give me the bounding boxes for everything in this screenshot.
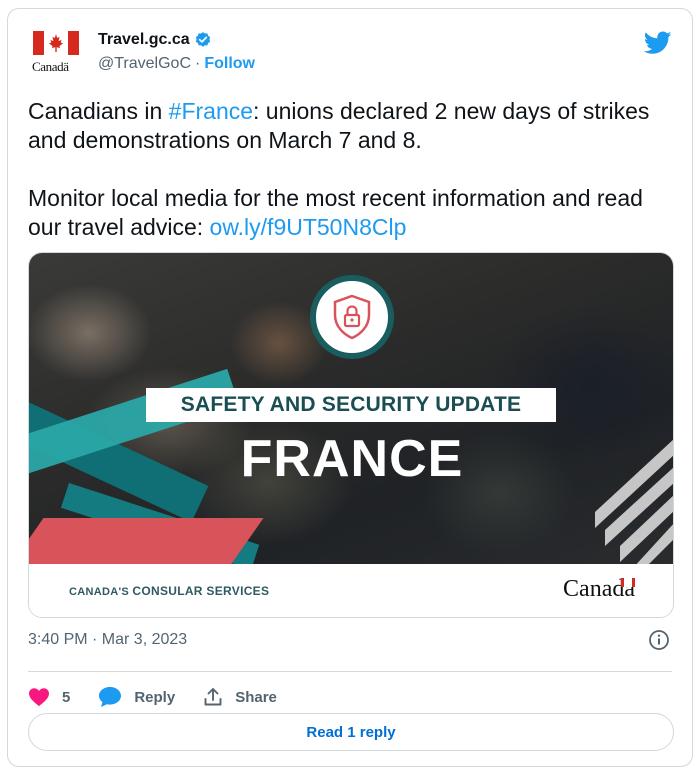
tweet-text: Canadians in #France: unions declared 2 … <box>28 97 678 242</box>
travel-advice-link[interactable]: ow.ly/f9UT50N8Clp <box>210 214 407 240</box>
info-icon[interactable] <box>648 629 670 651</box>
heart-icon <box>29 688 49 707</box>
display-name[interactable]: Travel.gc.ca <box>98 31 190 49</box>
tweet-card: Canadä Travel.gc.ca @TravelGoC · Follow … <box>7 8 693 767</box>
media-image[interactable]: SAFETY AND SECURITY UPDATE FRANCE <box>29 253 673 564</box>
read-reply-button[interactable]: Read 1 reply <box>28 713 674 751</box>
name-row: Travel.gc.ca <box>98 31 212 49</box>
media-footer: CANADA'S CONSULAR SERVICES Canadä <box>29 564 673 617</box>
consular-prefix: CANADA'S <box>69 586 133 598</box>
like-button[interactable]: 5 <box>28 687 70 707</box>
text-segment: Canadians in <box>28 98 169 124</box>
avatar[interactable]: Canadä <box>32 29 82 75</box>
reply-bubble-icon <box>99 687 122 707</box>
handle[interactable]: @TravelGoC <box>98 55 191 73</box>
consular-services-label: CANADA'S CONSULAR SERVICES <box>69 584 269 598</box>
reply-label: Reply <box>134 688 176 706</box>
share-label: Share <box>235 688 277 706</box>
like-count: 5 <box>62 688 71 706</box>
reply-button[interactable]: Reply <box>98 686 175 708</box>
media-card[interactable]: SAFETY AND SECURITY UPDATE FRANCE CANADA… <box>28 252 674 618</box>
tweet-paragraph-2: Monitor local media for the most recent … <box>28 184 678 242</box>
follow-button[interactable]: Follow <box>204 55 255 73</box>
share-button[interactable]: Share <box>203 687 277 707</box>
country-title: FRANCE <box>240 430 464 488</box>
verified-badge-icon <box>195 32 210 47</box>
tweet-header: Canadä Travel.gc.ca @TravelGoC · Follow <box>28 25 672 85</box>
timestamp[interactable]: 3:40 PM · Mar 3, 2023 <box>28 631 187 649</box>
avatar-wordmark: Canadä <box>32 59 69 74</box>
twitter-bird-icon[interactable] <box>644 31 672 55</box>
safety-banner: SAFETY AND SECURITY UPDATE <box>146 388 556 422</box>
share-icon <box>204 688 222 706</box>
divider <box>28 671 672 672</box>
safety-banner-text: SAFETY AND SECURITY UPDATE <box>180 393 522 416</box>
canada-flag-icon <box>33 31 79 55</box>
consular-main: CONSULAR SERVICES <box>132 584 270 598</box>
action-bar: 5 Reply Share <box>28 677 305 717</box>
hashtag-link[interactable]: #France <box>169 98 253 124</box>
tweet-paragraph-1: Canadians in #France: unions declared 2 … <box>28 97 678 155</box>
shield-lock-icon <box>310 275 394 359</box>
separator-dot: · <box>195 55 201 72</box>
canada-flag-icon <box>621 578 635 587</box>
handle-row: @TravelGoC · Follow <box>98 55 255 73</box>
